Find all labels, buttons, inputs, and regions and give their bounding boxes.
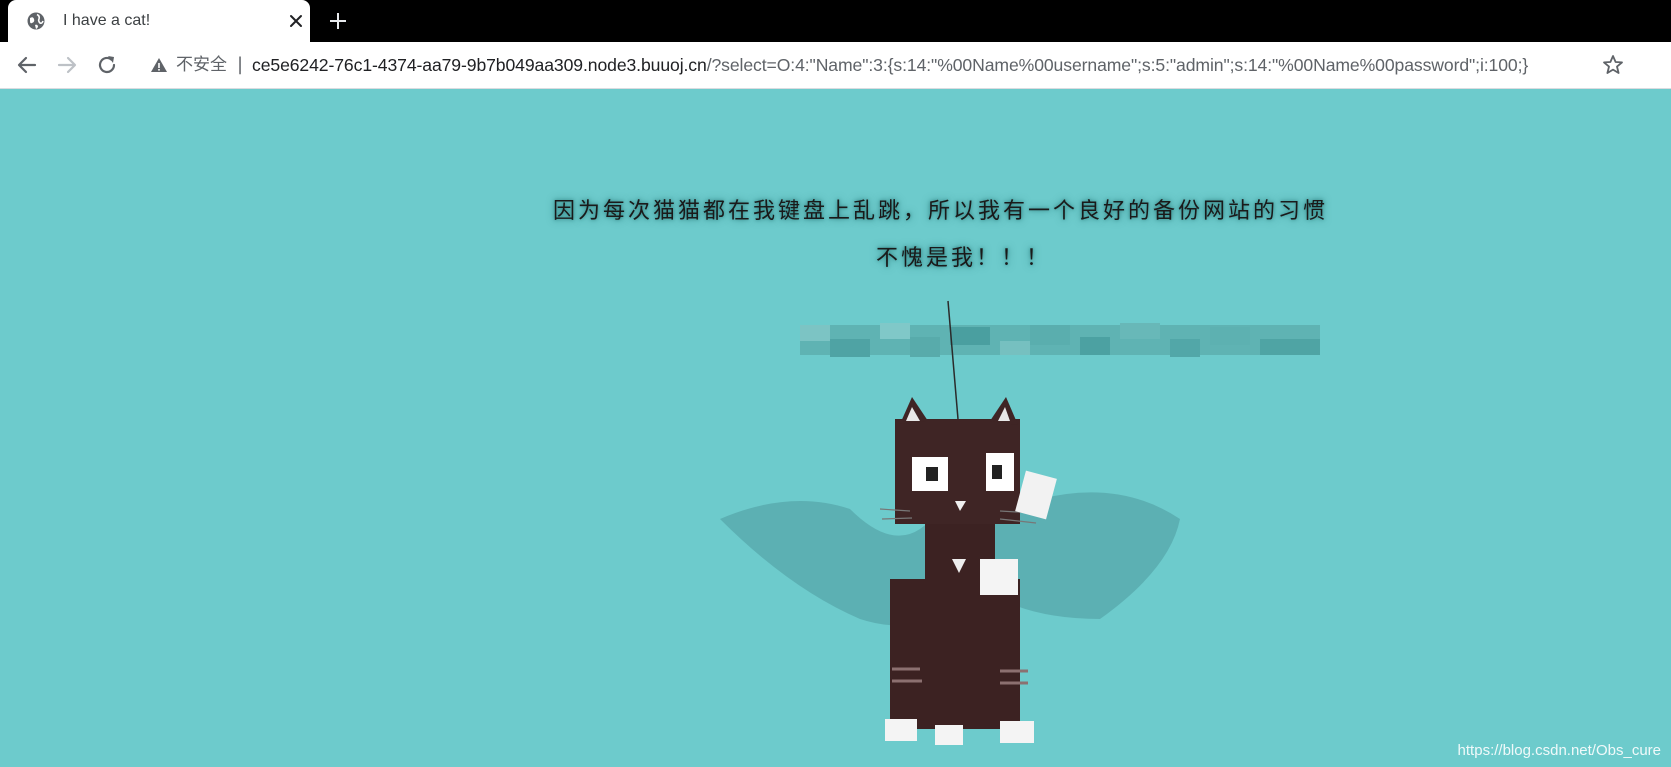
- browser-window: I have a cat! 不安全 | ce5e6242-76c1-4374-a…: [0, 0, 1671, 767]
- cat-scene: [720, 300, 1180, 745]
- url-text[interactable]: ce5e6242-76c1-4374-aa79-9b7b049aa309.nod…: [252, 55, 1528, 75]
- tab-title: I have a cat!: [63, 12, 151, 29]
- not-secure-label[interactable]: 不安全: [176, 55, 227, 75]
- page-content: 因为每次猫猫都在我键盘上乱跳，所以我有一个良好的备份网站的习惯 不愧是我！！！: [0, 89, 1671, 767]
- close-icon[interactable]: [286, 11, 306, 31]
- tab-active[interactable]: I have a cat!: [8, 0, 310, 42]
- message-line-2: 不愧是我！！！: [876, 246, 1052, 271]
- browser-toolbar: 不安全 | ce5e6242-76c1-4374-aa79-9b7b049aa3…: [0, 42, 1671, 89]
- globe-icon: [27, 12, 45, 30]
- address-bar[interactable]: 不安全 | ce5e6242-76c1-4374-aa79-9b7b049aa3…: [140, 47, 1615, 83]
- tab-strip: I have a cat!: [0, 0, 1671, 42]
- url-path: /?select=O:4:"Name":3:{s:14:"%00Name%00u…: [706, 55, 1529, 75]
- omnibox-divider: |: [237, 54, 244, 75]
- url-host: ce5e6242-76c1-4374-aa79-9b7b049aa309.nod…: [252, 55, 707, 75]
- reload-icon[interactable]: [94, 52, 120, 78]
- message-line-1: 因为每次猫猫都在我键盘上乱跳，所以我有一个良好的备份网站的习惯: [553, 199, 1329, 224]
- watermark: https://blog.csdn.net/Obs_cure: [1457, 742, 1661, 759]
- forward-arrow-icon[interactable]: [54, 52, 80, 78]
- warning-triangle-icon[interactable]: [150, 56, 168, 74]
- bookmark-star-icon[interactable]: [1601, 53, 1625, 77]
- new-tab-plus-icon[interactable]: [327, 10, 349, 32]
- back-arrow-icon[interactable]: [14, 52, 40, 78]
